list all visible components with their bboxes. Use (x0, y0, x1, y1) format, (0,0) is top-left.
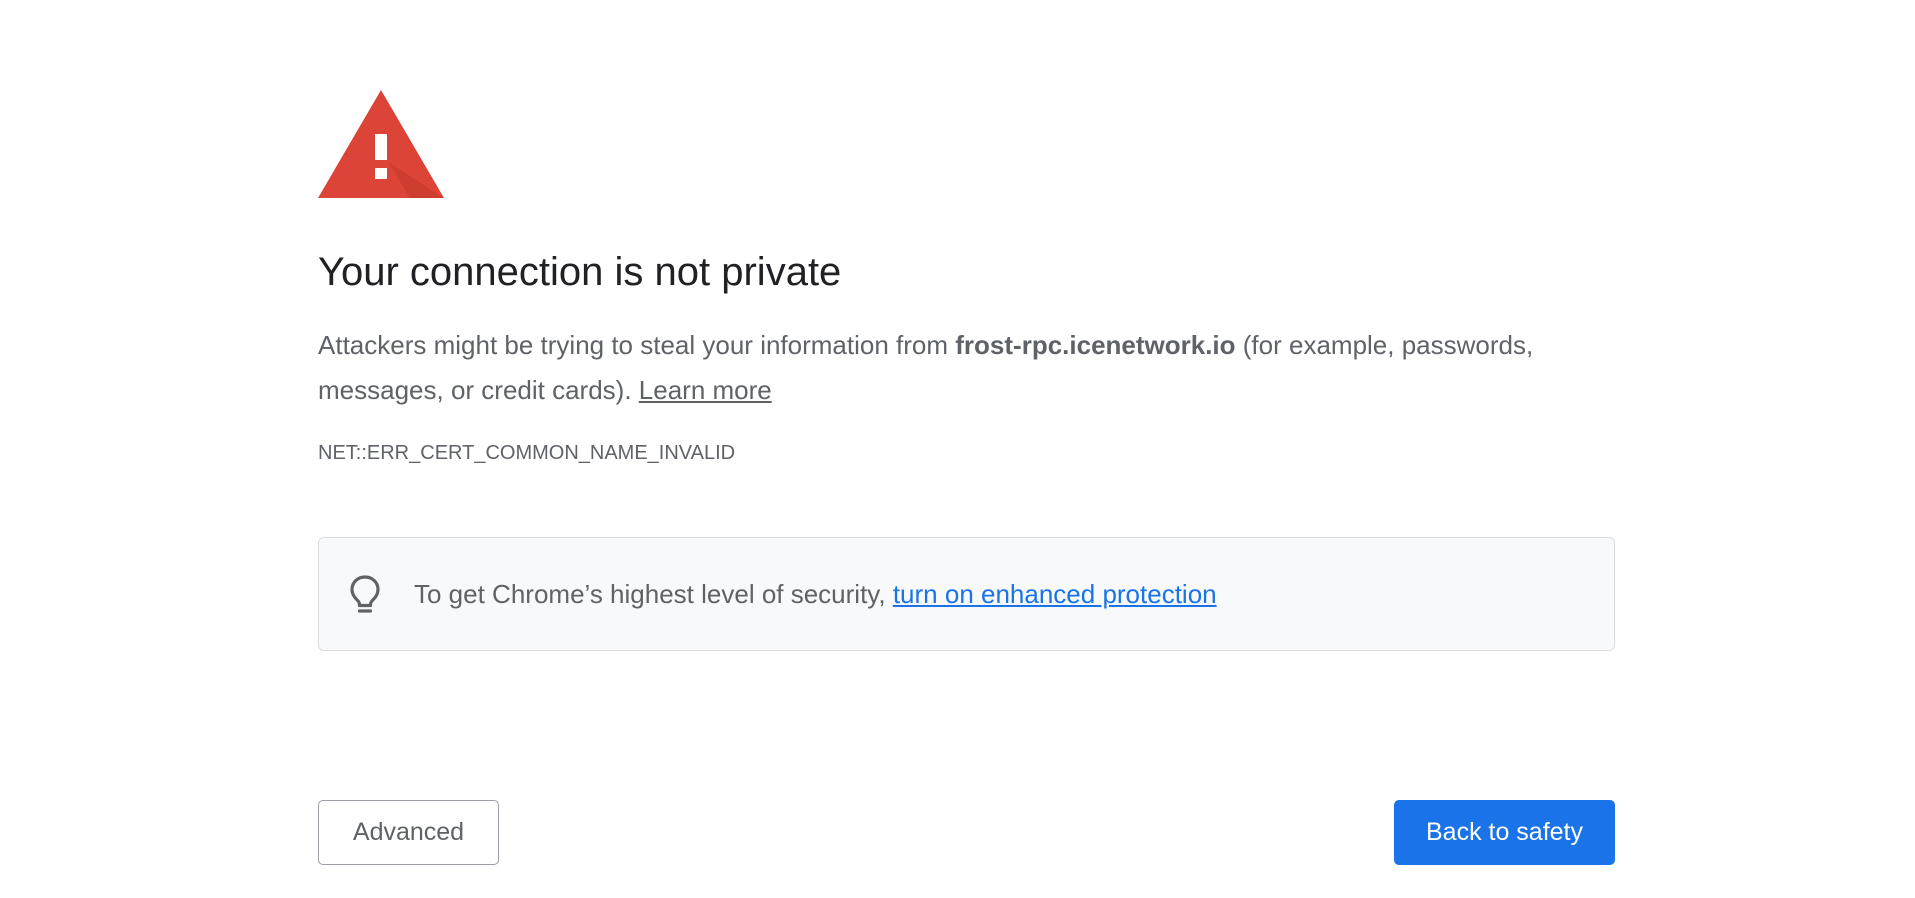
warning-triangle-icon (318, 90, 444, 198)
enhanced-protection-link[interactable]: turn on enhanced protection (893, 579, 1217, 609)
protection-message: To get Chrome’s highest level of securit… (414, 538, 1217, 650)
error-code: NET::ERR_CERT_COMMON_NAME_INVALID (318, 442, 736, 464)
page-title: Your connection is not private (318, 250, 842, 294)
description-prefix: Attackers might be trying to steal your … (318, 330, 956, 360)
hostname: frost-rpc.icenetwork.io (955, 330, 1236, 360)
interstitial-page: Your connection is not private Attackers… (0, 0, 1915, 898)
main-content: Your connection is not private Attackers… (318, 0, 1615, 898)
error-description: Attackers might be trying to steal your … (318, 323, 1615, 413)
protection-text: To get Chrome’s highest level of securit… (414, 579, 893, 609)
back-to-safety-button[interactable]: Back to safety (1394, 800, 1615, 865)
enhanced-protection-banner: To get Chrome’s highest level of securit… (318, 537, 1615, 651)
learn-more-link[interactable]: Learn more (639, 375, 772, 405)
advanced-button[interactable]: Advanced (318, 800, 499, 865)
lightbulb-icon (349, 574, 381, 616)
